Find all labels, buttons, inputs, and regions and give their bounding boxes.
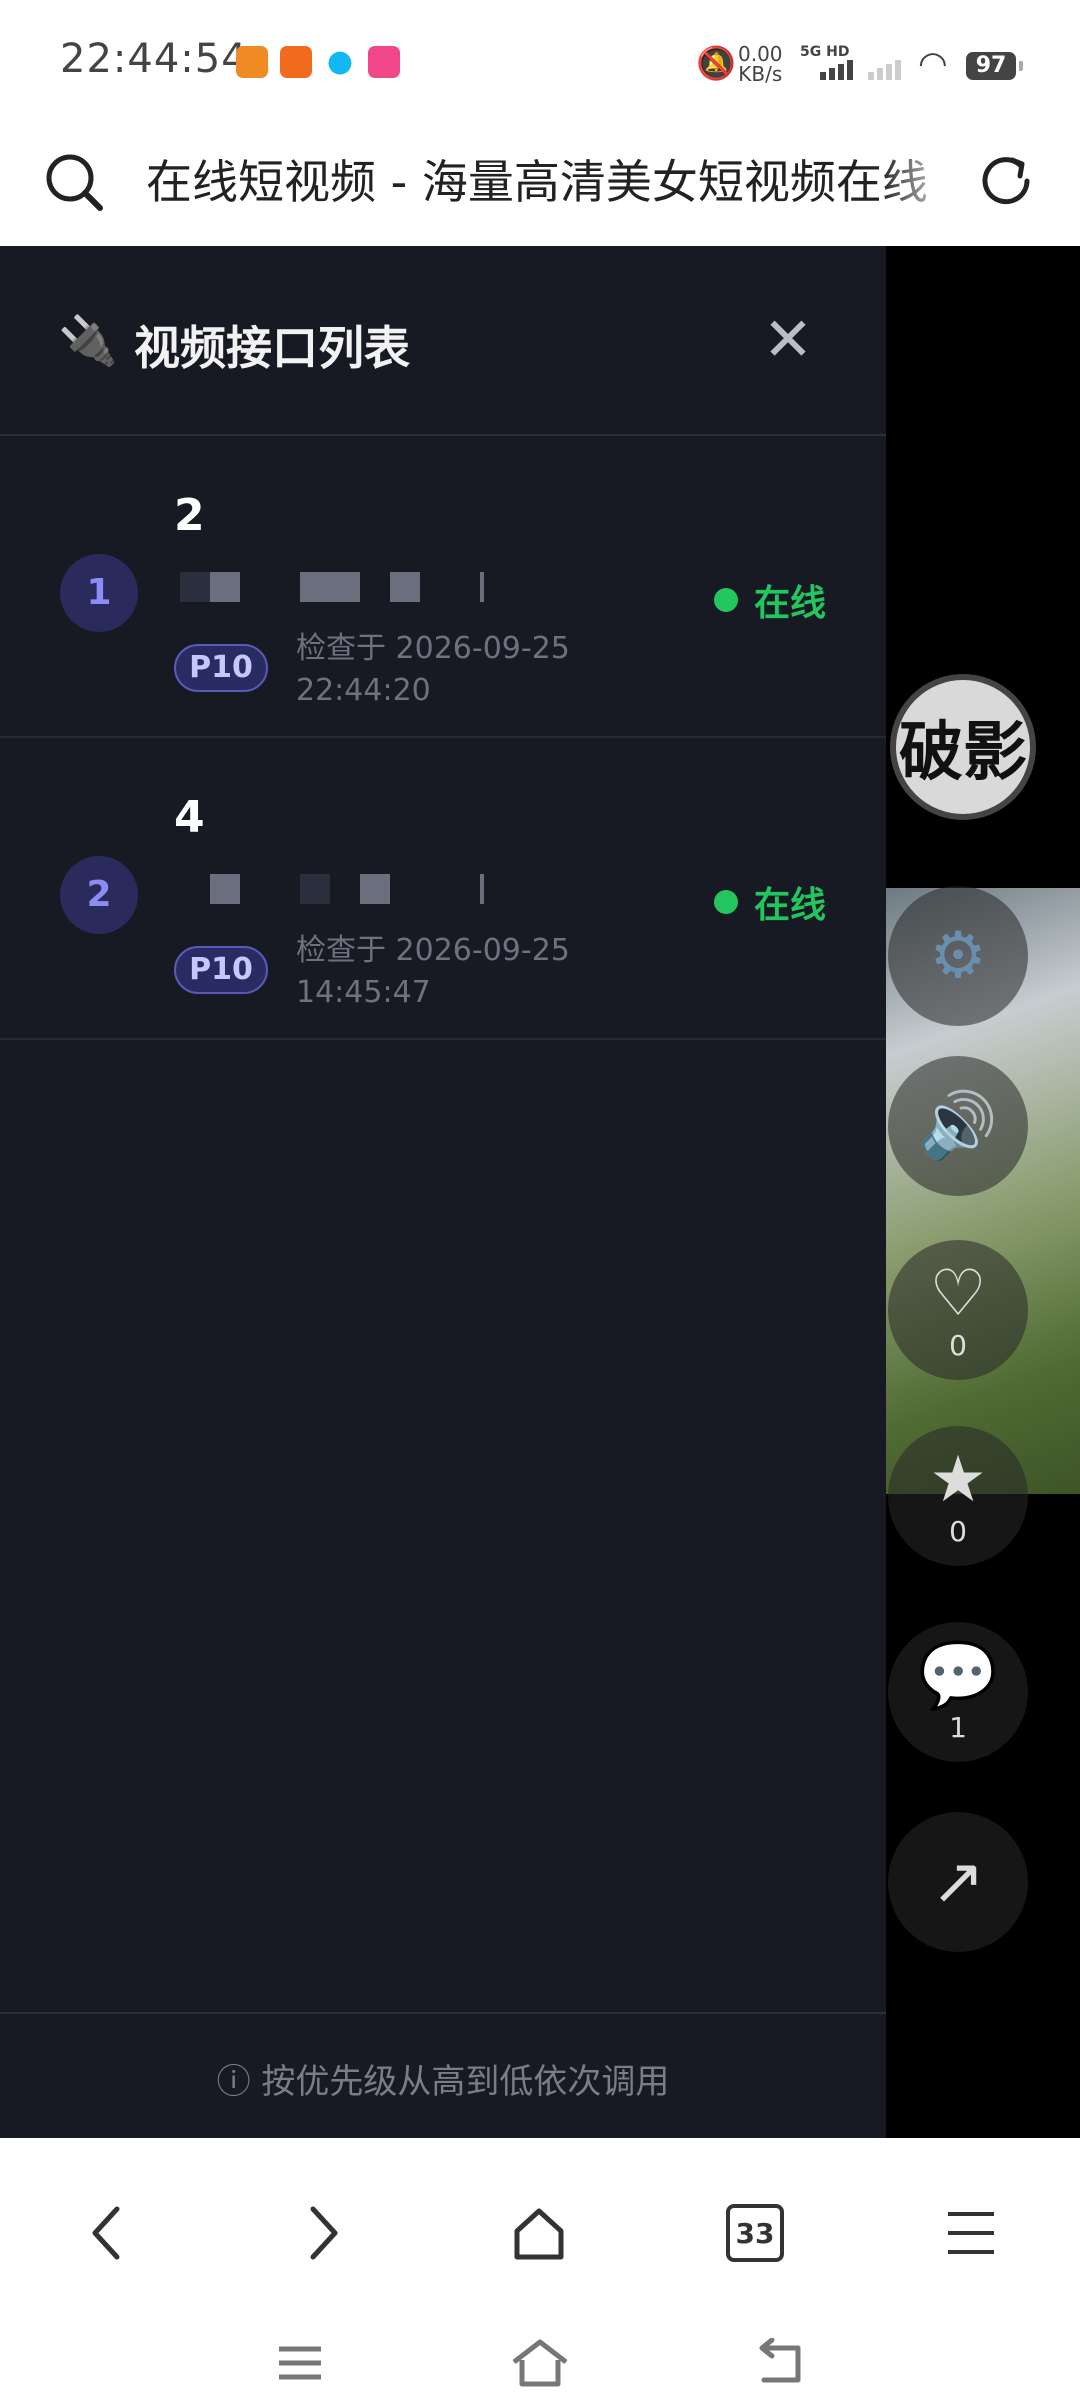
chevron-right-icon — [310, 2206, 338, 2260]
tabs-button[interactable]: 33 — [700, 2178, 810, 2288]
app-notification-icon — [236, 46, 268, 78]
favorite-button[interactable]: ★ 0 — [888, 1426, 1028, 1566]
share-arrow-icon: ↗ — [931, 1845, 985, 1919]
app-notification-icon — [280, 46, 312, 78]
status-time: 22:44:54 — [60, 36, 248, 82]
priority-badge: P10 — [174, 644, 268, 692]
wifi-icon: ◠ — [918, 44, 948, 84]
app-notification-icon — [368, 46, 400, 78]
speaker-icon: 🔊 — [918, 1089, 998, 1163]
qq-icon: ● — [324, 46, 356, 78]
menu-icon — [948, 2212, 994, 2254]
share-button[interactable]: ↗ — [888, 1812, 1028, 1952]
browser-address-bar[interactable]: 在线短视频 - 海量高清美女短视频在线 — [0, 120, 1080, 246]
priority-badge: P10 — [174, 946, 268, 994]
channel-logo[interactable]: 破影 — [890, 674, 1036, 820]
source-url-masked — [180, 874, 484, 904]
online-dot-icon — [714, 588, 738, 612]
system-home-button[interactable] — [500, 2328, 580, 2398]
tabs-count: 33 — [726, 2204, 784, 2262]
priority-index: 2 — [60, 856, 138, 934]
drawer-footer: ⓘ 按优先级从高到低依次调用 — [0, 2012, 886, 2140]
checked-time: 检查于 2026-09-25 14:45:47 — [296, 933, 570, 1010]
browser-toolbar: 33 — [0, 2138, 1080, 2408]
back-arrow-icon — [759, 2338, 801, 2383]
drawer-title: 视频接口列表 — [134, 321, 410, 375]
list-item[interactable]: 1 2 P10 检查于 2026-09-25 22:44:20 在线 — [0, 436, 886, 738]
drawer-header: 🔌 视频接口列表 ✕ — [0, 246, 886, 436]
refresh-icon[interactable] — [972, 146, 1042, 216]
gear-icon: ⚙ — [929, 919, 987, 993]
settings-button[interactable]: ⚙ — [888, 886, 1028, 1026]
favorite-count: 0 — [949, 1514, 967, 1548]
checked-time: 检查于 2026-09-25 22:44:20 — [296, 631, 570, 708]
comment-count: 1 — [949, 1710, 967, 1744]
search-icon[interactable] — [40, 148, 110, 218]
menu-button[interactable] — [916, 2178, 1026, 2288]
system-menu-button[interactable] — [260, 2328, 340, 2398]
signal-icon — [820, 52, 853, 80]
home-icon — [514, 2208, 564, 2260]
mute-bell-icon: 🔕 — [696, 44, 736, 82]
network-speed: 0.00 KB/s — [738, 42, 783, 86]
menu-icon — [279, 2346, 321, 2380]
star-icon: ★ — [929, 1442, 987, 1517]
close-button[interactable]: ✕ — [756, 308, 820, 372]
home-button[interactable] — [484, 2178, 594, 2288]
list-item[interactable]: 2 4 P10 检查于 2026-09-25 14:45:47 在线 — [0, 738, 886, 1040]
source-name: 2 — [174, 490, 205, 541]
comment-icon: 💬 — [918, 1638, 998, 1713]
online-dot-icon — [714, 890, 738, 914]
heart-icon: ♡ — [929, 1256, 987, 1331]
home-icon — [512, 2339, 568, 2387]
comment-button[interactable]: 💬 1 — [888, 1622, 1028, 1762]
video-source-drawer: 🔌 视频接口列表 ✕ 1 2 P10 检查于 2026-09-25 22:44:… — [0, 246, 886, 2138]
source-url-masked — [180, 572, 484, 602]
battery-icon: 97 — [966, 52, 1023, 80]
priority-hint: ⓘ 按优先级从高到低依次调用 — [216, 2062, 670, 2102]
video-player-background: 破影 ⚙ 🔊 ♡ 0 ★ 0 💬 1 ↗ — [886, 246, 1080, 2138]
page-title[interactable]: 在线短视频 - 海量高清美女短视频在线 — [146, 146, 946, 212]
priority-index: 1 — [60, 554, 138, 632]
status-badge: 在线 — [754, 885, 827, 926]
volume-button[interactable]: 🔊 — [888, 1056, 1028, 1196]
chevron-left-icon — [92, 2206, 120, 2260]
back-button[interactable] — [52, 2178, 162, 2288]
status-badge: 在线 — [754, 583, 827, 624]
plug-icon: 🔌 — [58, 313, 118, 369]
source-name: 4 — [174, 792, 205, 843]
like-count: 0 — [949, 1328, 967, 1362]
system-back-button[interactable] — [740, 2328, 820, 2398]
forward-button[interactable] — [268, 2178, 378, 2288]
like-button[interactable]: ♡ 0 — [888, 1240, 1028, 1380]
status-bar: 22:44:54 ● 🔕 0.00 KB/s 5G HD ◠ 97 — [0, 0, 1080, 120]
signal-icon-secondary — [868, 52, 901, 80]
